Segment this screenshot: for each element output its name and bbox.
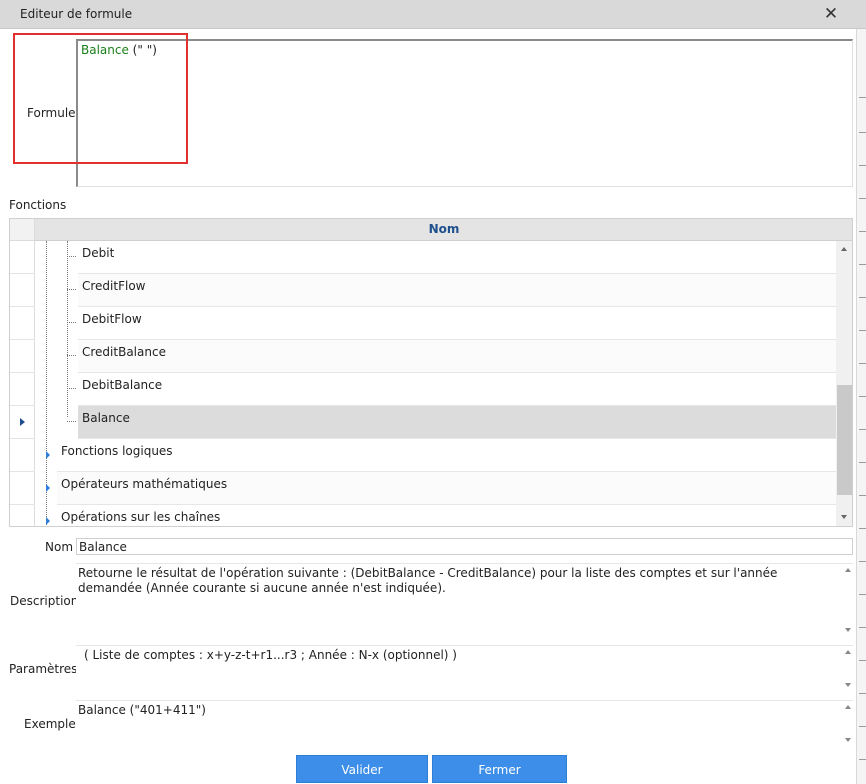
example-label: Exemple: [24, 717, 76, 731]
formula-editor[interactable]: Balance (" "): [76, 39, 853, 187]
params-field[interactable]: ( Liste de comptes : x+y-z-t+r1...r3 ; A…: [76, 645, 853, 691]
tree-line: [67, 289, 76, 290]
functions-grid: Nom Debit CreditFlow DebitFlow CreditBal…: [9, 218, 853, 527]
tree-line: [67, 355, 76, 356]
expand-arrow-icon[interactable]: [46, 451, 50, 459]
description-scrollbar[interactable]: [841, 564, 853, 636]
function-name: CreditBalance: [82, 345, 166, 359]
tree-line: [67, 322, 76, 323]
function-name: DebitFlow: [82, 312, 142, 326]
row-indicator[interactable]: [10, 307, 35, 340]
scroll-up-icon[interactable]: [841, 247, 847, 251]
function-group-logical[interactable]: Fonctions logiques: [57, 439, 836, 472]
params-scrollbar[interactable]: [841, 646, 853, 691]
tree-line: [67, 421, 76, 422]
group-name: Fonctions logiques: [61, 444, 173, 458]
grid-scrollbar[interactable]: [836, 241, 852, 526]
validate-button[interactable]: Valider: [296, 755, 428, 783]
expand-arrow-icon[interactable]: [46, 517, 50, 525]
window-title: Editeur de formule: [20, 7, 133, 21]
right-edge-strip: [856, 29, 866, 784]
functions-label: Fonctions: [9, 198, 67, 212]
name-label: Nom: [45, 540, 74, 554]
example-field[interactable]: Balance ("401+411"): [76, 700, 853, 746]
name-field[interactable]: Balance: [76, 538, 853, 555]
group-name: Opérateurs mathématiques: [61, 477, 228, 491]
scroll-down-icon[interactable]: [841, 515, 847, 519]
title-bar: Editeur de formule ✕: [0, 0, 866, 29]
example-scrollbar[interactable]: [841, 701, 853, 746]
row-indicator[interactable]: [10, 439, 35, 472]
function-group-math[interactable]: Opérateurs mathématiques: [57, 472, 836, 505]
row-indicator[interactable]: [10, 340, 35, 373]
function-row-debit[interactable]: Debit: [78, 241, 836, 274]
function-row-debitbalance[interactable]: DebitBalance: [78, 373, 836, 406]
row-indicator[interactable]: [10, 373, 35, 406]
description-value: Retourne le résultat de l'opération suiv…: [78, 566, 782, 595]
function-row-creditbalance[interactable]: CreditBalance: [78, 340, 836, 373]
row-indicator[interactable]: [10, 472, 35, 505]
function-name: DebitBalance: [82, 378, 163, 392]
grid-corner: [10, 219, 35, 241]
column-header-nom[interactable]: Nom: [35, 219, 852, 241]
row-indicator-column: [10, 241, 35, 526]
expand-arrow-icon[interactable]: [46, 484, 50, 492]
row-indicator-current[interactable]: [10, 406, 35, 439]
function-name: CreditFlow: [82, 279, 146, 293]
function-name: Debit: [82, 246, 115, 260]
scroll-thumb[interactable]: [837, 385, 852, 495]
row-indicator[interactable]: [10, 505, 35, 526]
description-label: Description: [10, 594, 79, 608]
highlight-annotation: [13, 33, 188, 164]
function-row-creditflow[interactable]: CreditFlow: [78, 274, 836, 307]
name-value: Balance: [79, 540, 127, 554]
params-label: Paramètres: [9, 662, 78, 676]
close-button[interactable]: Fermer: [432, 755, 567, 783]
row-indicator[interactable]: [10, 241, 35, 274]
function-row-balance-selected[interactable]: Balance: [78, 406, 836, 439]
current-row-arrow-icon: [20, 418, 25, 426]
params-value: ( Liste de comptes : x+y-z-t+r1...r3 ; A…: [84, 648, 457, 662]
tree-line: [67, 241, 68, 417]
row-indicator[interactable]: [10, 274, 35, 307]
close-icon[interactable]: ✕: [822, 4, 840, 24]
description-field[interactable]: Retourne le résultat de l'opération suiv…: [76, 563, 853, 636]
example-value: Balance ("401+411"): [78, 703, 206, 717]
group-name: Opérations sur les chaînes: [61, 510, 221, 524]
tree-line: [67, 256, 76, 257]
function-group-strings[interactable]: Opérations sur les chaînes: [57, 505, 836, 526]
function-name: Balance: [82, 411, 130, 425]
function-row-debitflow[interactable]: DebitFlow: [78, 307, 836, 340]
tree-line: [67, 388, 76, 389]
